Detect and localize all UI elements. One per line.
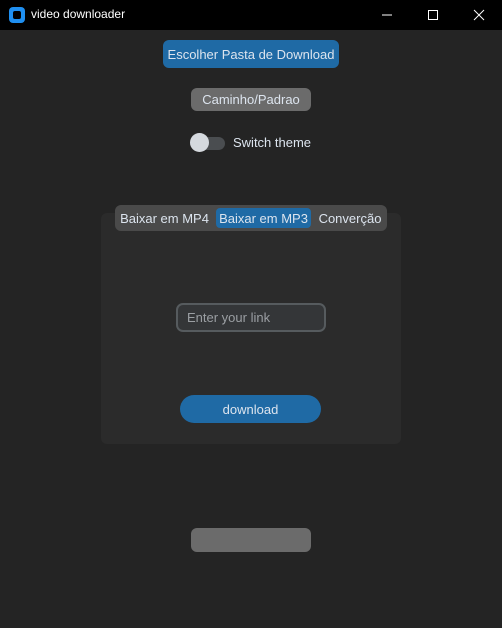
app-icon [9, 7, 25, 23]
tab-baixar-mp3[interactable]: Baixar em MP3 [216, 208, 311, 228]
tab-conversao[interactable]: Converção [315, 208, 385, 228]
maximize-button[interactable] [410, 0, 456, 30]
maximize-icon [428, 10, 438, 20]
minimize-button[interactable] [364, 0, 410, 30]
path-default-button[interactable]: Caminho/Padrao [191, 88, 311, 111]
link-input[interactable] [176, 303, 326, 332]
minimize-icon [382, 14, 392, 16]
choose-download-folder-button[interactable]: Escolher Pasta de Download [163, 40, 339, 68]
tab-baixar-mp4[interactable]: Baixar em MP4 [118, 208, 211, 228]
theme-switch-label[interactable]: Switch theme [233, 135, 311, 150]
window-title: video downloader [31, 7, 126, 21]
close-button[interactable] [456, 0, 502, 30]
theme-switch-knob[interactable] [190, 133, 209, 152]
close-icon [473, 9, 485, 21]
title-bar: video downloader [0, 0, 502, 30]
bottom-action-button[interactable] [191, 528, 311, 552]
download-button[interactable]: download [180, 395, 321, 423]
